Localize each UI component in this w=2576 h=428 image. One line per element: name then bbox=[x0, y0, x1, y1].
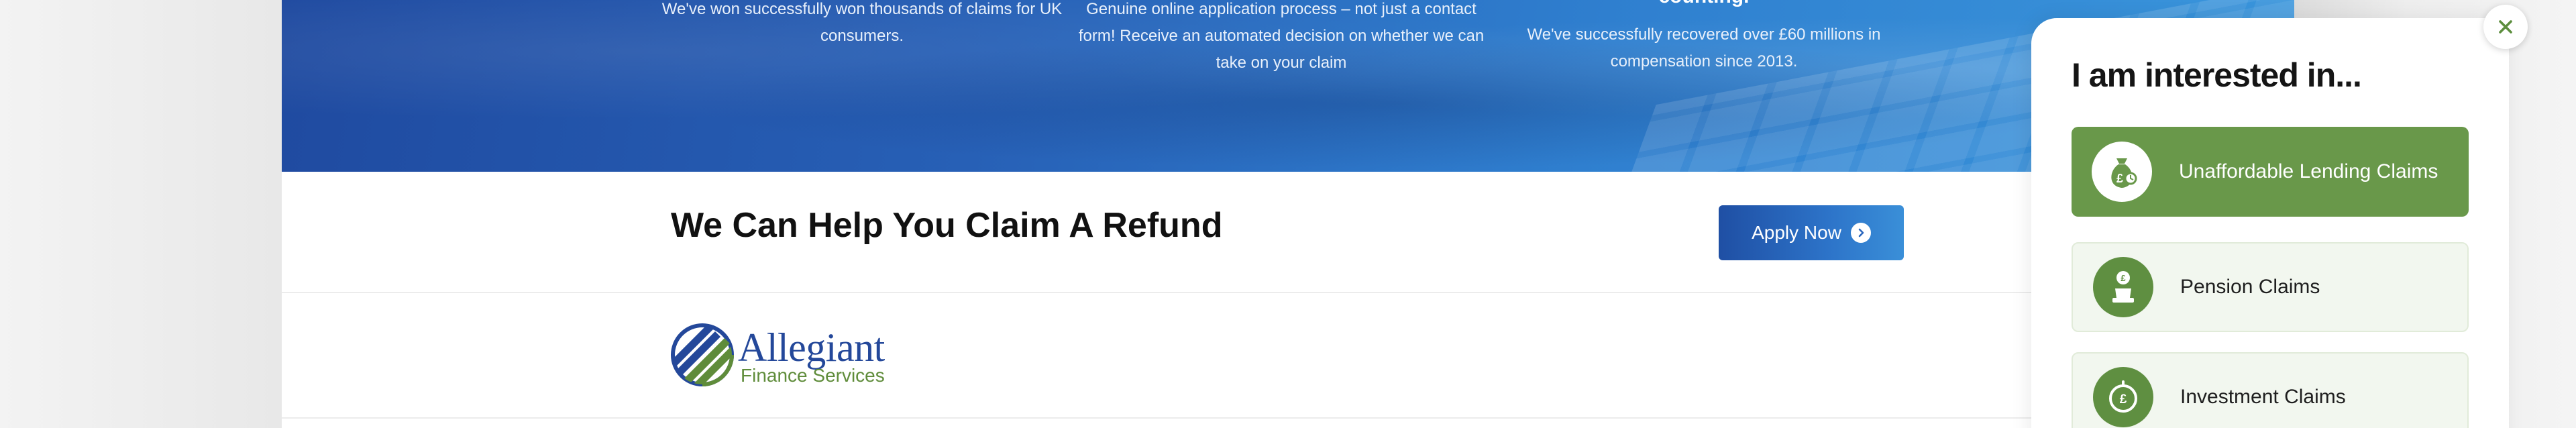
allegiant-emblem-icon bbox=[671, 323, 734, 386]
svg-text:£: £ bbox=[2120, 392, 2127, 407]
pound-coin-icon: £ bbox=[2093, 367, 2153, 427]
option-pension[interactable]: £ Pension Claims bbox=[2072, 242, 2469, 332]
logo-name: Allegiant bbox=[738, 325, 885, 370]
claim-interest-panel: I am interested in... £ Unaffordable Len… bbox=[2031, 18, 2509, 428]
refund-heading: We Can Help You Claim A Refund bbox=[671, 206, 1223, 245]
apply-now-label: Apply Now bbox=[1752, 222, 1841, 243]
hero-section: We've won successfully won thousands of … bbox=[282, 0, 2294, 172]
pension-icon: £ bbox=[2093, 257, 2153, 317]
close-icon bbox=[2499, 20, 2512, 34]
website-page: We've won successfully won thousands of … bbox=[282, 0, 2294, 428]
partner-logo-section: Allegiant Finance Services bbox=[282, 294, 2294, 419]
close-panel-button[interactable] bbox=[2483, 5, 2528, 49]
hero-feature-claims-text: We've won successfully won thousands of … bbox=[661, 0, 1063, 45]
apply-now-button[interactable]: Apply Now bbox=[1719, 205, 1904, 260]
hero-feature-recovered-text: We've successfully recovered over £60 mi… bbox=[1527, 25, 1881, 70]
hero-feature-application-text: Genuine online application process – not… bbox=[1078, 0, 1485, 72]
option-investment[interactable]: £ Investment Claims bbox=[2072, 352, 2469, 428]
money-bag-icon: £ bbox=[2092, 142, 2152, 202]
allegiant-logo[interactable]: Allegiant Finance Services bbox=[669, 318, 898, 392]
arrow-right-icon bbox=[1850, 223, 1871, 243]
option-unaffordable-lending[interactable]: £ Unaffordable Lending Claims bbox=[2072, 127, 2469, 217]
hero-feature-heading: counting. bbox=[1499, 0, 1909, 8]
panel-title: I am interested in... bbox=[2072, 56, 2362, 94]
option-label: Unaffordable Lending Claims bbox=[2179, 160, 2438, 182]
page-background-left bbox=[0, 0, 282, 428]
option-label: Pension Claims bbox=[2180, 276, 2320, 298]
svg-text:£: £ bbox=[2121, 273, 2126, 283]
svg-text:£: £ bbox=[2116, 172, 2123, 185]
logo-subtitle: Finance Services bbox=[741, 365, 885, 386]
option-label: Investment Claims bbox=[2180, 386, 2346, 408]
refund-cta-section: We Can Help You Claim A Refund Apply Now bbox=[282, 172, 2294, 293]
